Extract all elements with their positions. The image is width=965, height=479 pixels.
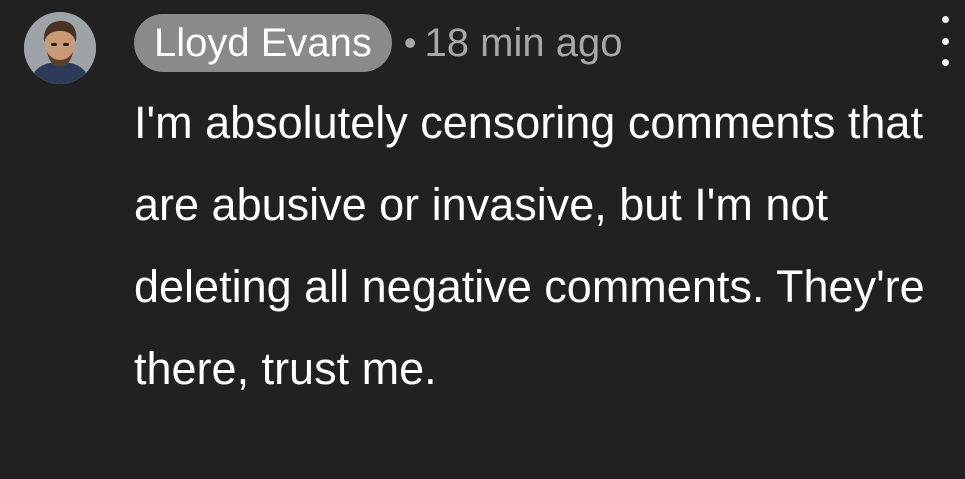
timestamp: 18 min ago xyxy=(424,20,623,65)
more-vertical-icon xyxy=(941,16,949,23)
avatar[interactable] xyxy=(24,12,96,84)
separator-dot: • xyxy=(403,22,417,63)
more-vertical-icon-dot xyxy=(941,37,949,45)
user-avatar-photo-icon xyxy=(24,12,96,84)
comment-text: I'm absolutely censoring comments that a… xyxy=(134,97,925,394)
more-vertical-icon-dot xyxy=(941,59,949,66)
comment-header: Lloyd Evans • 18 min ago xyxy=(134,14,622,72)
more-options-button[interactable] xyxy=(930,16,960,66)
author-name[interactable]: Lloyd Evans xyxy=(134,14,392,72)
comment: Lloyd Evans • 18 min ago I'm absolutely … xyxy=(0,0,965,479)
